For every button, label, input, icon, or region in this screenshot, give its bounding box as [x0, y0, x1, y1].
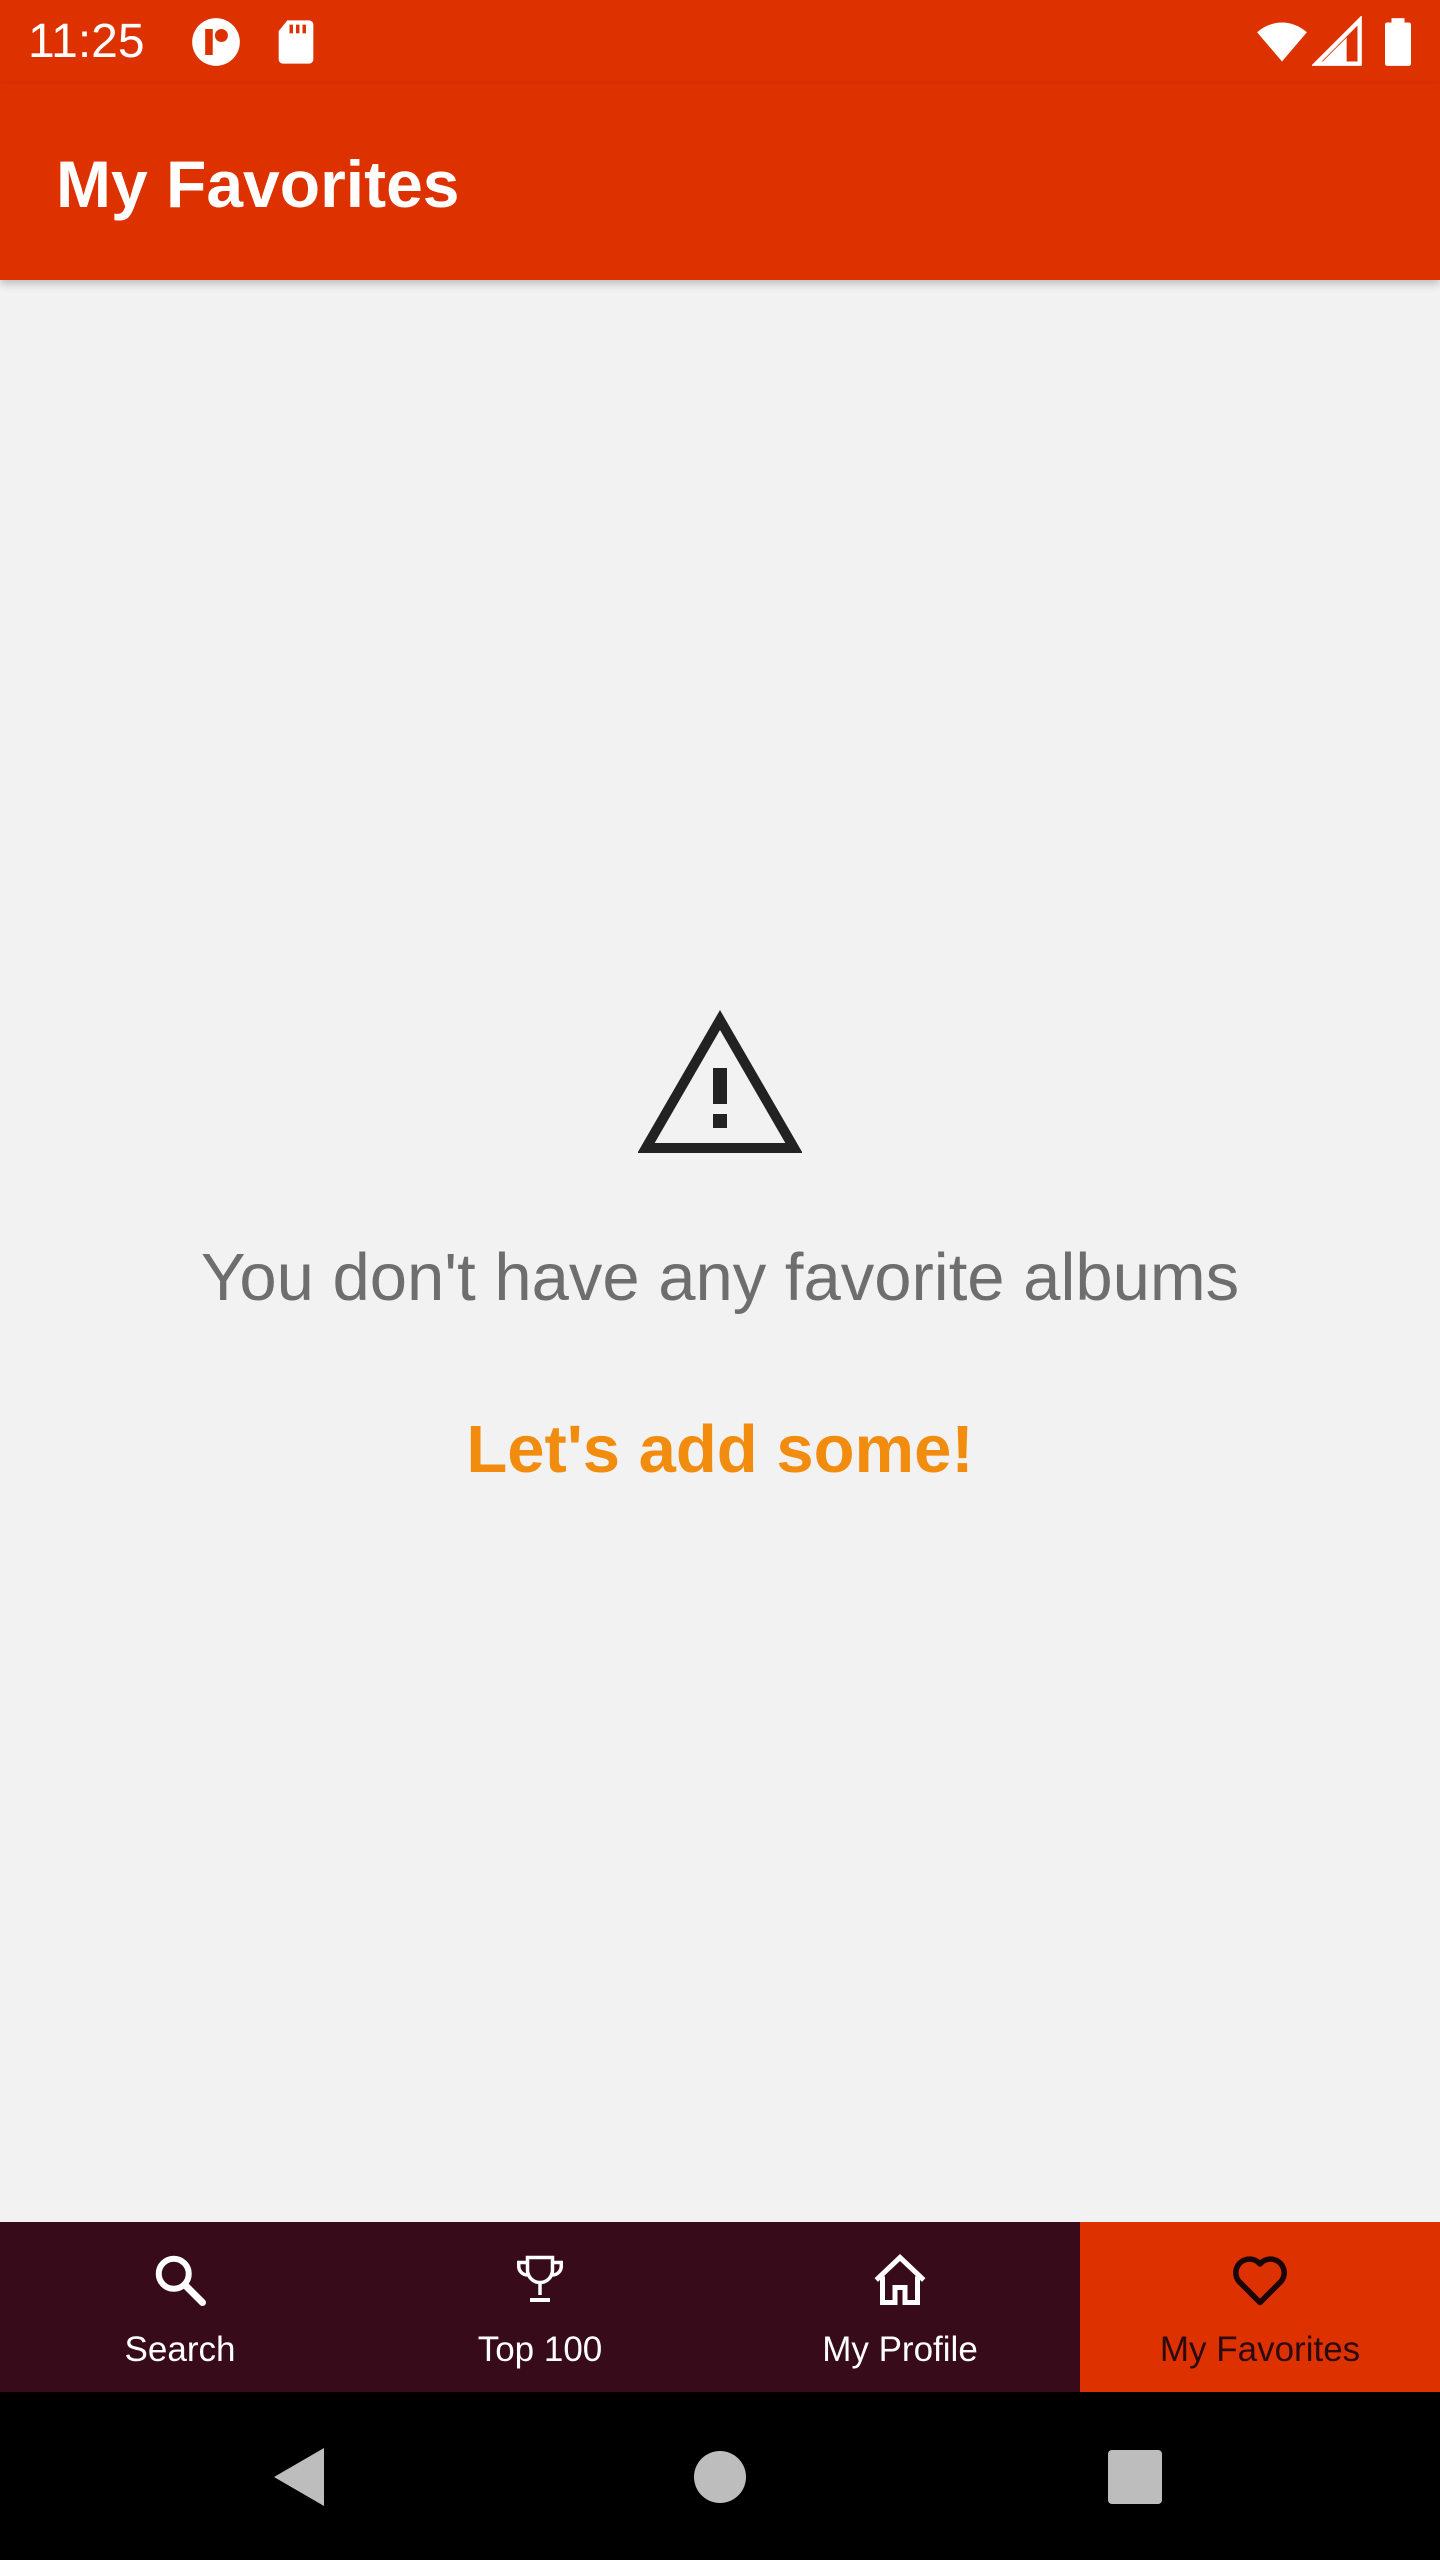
- notification-app-icon: [192, 18, 240, 66]
- recents-icon[interactable]: [1100, 2442, 1170, 2512]
- add-favorites-link[interactable]: Let's add some!: [466, 1410, 973, 1490]
- page-title: My Favorites: [56, 147, 460, 221]
- nav-label-search: Search: [124, 2330, 236, 2369]
- app-bar: My Favorites: [0, 84, 1440, 280]
- nav-label-my-favorites: My Favorites: [1159, 2330, 1361, 2369]
- bottom-navigation: Search Top 100 My Profile My Favorites: [0, 2222, 1440, 2392]
- screen: 11:25 My Favorites You don't have any fa…: [0, 0, 1440, 2560]
- heart-icon: [1233, 2256, 1287, 2306]
- battery-icon: [1385, 18, 1411, 66]
- empty-message: You don't have any favorite albums: [200, 1240, 1240, 1315]
- system-navigation-bar: [0, 2392, 1440, 2560]
- nav-item-my-favorites[interactable]: My Favorites: [1080, 2222, 1440, 2392]
- nav-label-my-profile: My Profile: [822, 2330, 978, 2369]
- nav-item-my-profile[interactable]: My Profile: [720, 2222, 1080, 2392]
- home-circle-icon[interactable]: [685, 2442, 755, 2512]
- sd-card-icon: [278, 20, 314, 64]
- nav-label-top-100: Top 100: [477, 2330, 603, 2369]
- back-icon[interactable]: [266, 2442, 336, 2512]
- empty-state: You don't have any favorite albums Let's…: [0, 1010, 1440, 1490]
- cellular-signal-icon: [1312, 16, 1362, 66]
- home-icon: [874, 2254, 926, 2305]
- wifi-icon: [1257, 22, 1307, 62]
- warning-icon: [638, 1010, 802, 1153]
- status-time: 11:25: [28, 15, 145, 68]
- nav-item-search[interactable]: Search: [0, 2222, 360, 2392]
- status-bar: 11:25: [0, 0, 1440, 84]
- search-icon: [155, 2255, 206, 2306]
- nav-item-top-100[interactable]: Top 100: [360, 2222, 720, 2392]
- trophy-icon: [517, 2255, 563, 2302]
